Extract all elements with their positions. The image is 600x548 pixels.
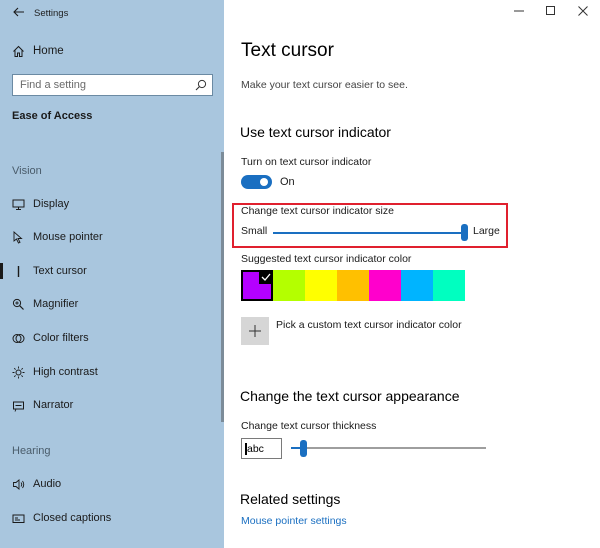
- minimize-button[interactable]: [512, 4, 526, 18]
- custom-color-button[interactable]: [241, 317, 269, 345]
- size-max-label: Large: [473, 225, 500, 237]
- sidebar-item-label: Color filters: [33, 332, 89, 344]
- magnifier-icon: [12, 298, 24, 310]
- sidebar-item-narrator[interactable]: Narrator: [12, 397, 73, 413]
- plus-icon: [249, 325, 261, 337]
- sidebar: Settings Home Ease of Access Vision Disp…: [0, 0, 224, 548]
- group-label-hearing: Hearing: [12, 445, 51, 457]
- search-input[interactable]: [20, 79, 190, 91]
- minimize-icon: [514, 10, 524, 12]
- audio-icon: [13, 478, 25, 490]
- color-swatch[interactable]: [401, 270, 433, 301]
- toggle-state: On: [280, 176, 295, 188]
- thickness-preview: abc: [241, 438, 282, 459]
- indicator-heading: Use text cursor indicator: [240, 124, 391, 140]
- sidebar-item-label: Display: [33, 198, 70, 210]
- display-icon: [12, 199, 25, 210]
- related-heading: Related settings: [240, 491, 341, 507]
- search-box[interactable]: [12, 74, 213, 96]
- toggle-knob: [260, 178, 268, 186]
- sidebar-item-magnifier[interactable]: Magnifier: [12, 296, 78, 312]
- sidebar-item-label: Text cursor: [33, 265, 87, 277]
- color-swatch[interactable]: [433, 270, 465, 301]
- indicator-toggle[interactable]: [241, 175, 272, 189]
- sidebar-item-label: Magnifier: [33, 298, 79, 310]
- sidebar-item-display[interactable]: Display: [12, 196, 69, 212]
- preview-text: abc: [247, 442, 264, 455]
- toggle-label: Turn on text cursor indicator: [241, 156, 372, 168]
- color-swatch[interactable]: [305, 270, 337, 301]
- app-title: Settings: [34, 7, 69, 19]
- sidebar-item-high-contrast[interactable]: High contrast: [12, 364, 98, 380]
- page-title: Text cursor: [241, 40, 334, 61]
- color-swatch[interactable]: [273, 270, 305, 301]
- thickness-slider-thumb[interactable]: [299, 440, 307, 457]
- mouse-pointer-icon: [13, 230, 23, 244]
- size-slider-track[interactable]: [273, 232, 465, 234]
- close-icon: [578, 6, 588, 16]
- thickness-label: Change text cursor thickness: [241, 420, 377, 432]
- sidebar-scrollbar[interactable]: [221, 152, 224, 422]
- size-label: Change text cursor indicator size: [241, 205, 394, 217]
- checkmark-icon: [259, 270, 273, 284]
- color-label: Suggested text cursor indicator color: [241, 253, 412, 265]
- selected-indicator: [0, 263, 3, 279]
- thickness-track[interactable]: [302, 447, 486, 449]
- search-icon[interactable]: [195, 79, 207, 91]
- section-title: Ease of Access: [12, 110, 93, 122]
- color-swatches: [241, 270, 465, 301]
- color-filters-icon: [12, 333, 25, 343]
- size-min-label: Small: [241, 225, 268, 237]
- page-subtitle: Make your text cursor easier to see.: [241, 79, 408, 91]
- mouse-pointer-settings-link[interactable]: Mouse pointer settings: [241, 515, 347, 527]
- sidebar-item-label: High contrast: [33, 366, 98, 378]
- color-swatch[interactable]: [337, 270, 369, 301]
- home-icon: [13, 45, 24, 57]
- size-slider-thumb[interactable]: [461, 224, 468, 241]
- sidebar-item-label: Audio: [33, 478, 62, 490]
- sidebar-item-audio[interactable]: Audio: [12, 476, 61, 492]
- sidebar-item-label: Closed captions: [33, 512, 112, 524]
- sidebar-item-closed-captions[interactable]: Closed captions: [12, 510, 111, 526]
- color-swatch[interactable]: [241, 270, 273, 301]
- high-contrast-icon: [12, 366, 25, 378]
- maximize-button[interactable]: [544, 4, 558, 18]
- closed-captions-icon: [12, 514, 25, 523]
- sidebar-item-label: Mouse pointer: [33, 231, 103, 243]
- color-swatch[interactable]: [369, 270, 401, 301]
- sidebar-item-text-cursor[interactable]: Text cursor: [12, 263, 87, 279]
- nav-home[interactable]: Home: [12, 43, 64, 59]
- sidebar-item-color-filters[interactable]: Color filters: [12, 330, 89, 346]
- sidebar-item-label: Narrator: [33, 399, 74, 411]
- sidebar-item-mouse-pointer[interactable]: Mouse pointer: [12, 229, 103, 245]
- text-cursor-icon: [17, 265, 20, 277]
- custom-color-label[interactable]: Pick a custom text cursor indicator colo…: [276, 319, 462, 331]
- narrator-icon: [13, 401, 24, 412]
- close-button[interactable]: [576, 4, 590, 18]
- maximize-icon: [546, 6, 555, 15]
- appearance-heading: Change the text cursor appearance: [240, 388, 460, 404]
- nav-home-label: Home: [33, 45, 64, 57]
- group-label-vision: Vision: [12, 165, 42, 177]
